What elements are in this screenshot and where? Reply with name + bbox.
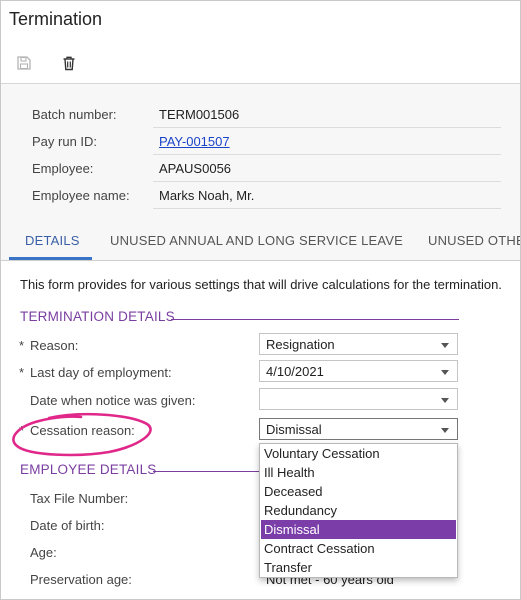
delete-button[interactable] (57, 51, 81, 75)
last-day-value: 4/10/2021 (266, 364, 324, 379)
chevron-down-icon[interactable] (441, 343, 449, 348)
termination-details-heading: TERMINATION DETAILS (20, 309, 175, 324)
notice-date-picker[interactable] (259, 388, 458, 410)
dropdown-option[interactable]: Redundancy (260, 501, 457, 520)
reason-row: * Reason: Resignation (1, 333, 520, 360)
summary-row-employee: Employee: APAUS0056 (1, 155, 520, 182)
dropdown-option[interactable]: Deceased (260, 482, 457, 501)
required-marker: * (19, 365, 25, 380)
reason-select[interactable]: Resignation (259, 333, 458, 355)
cessation-reason-dropdown-list: Voluntary Cessation Ill Health Deceased … (259, 443, 458, 578)
employee-details-divider (153, 471, 259, 472)
age-label: Age: (30, 545, 57, 560)
highlight-circle-annotation (12, 412, 152, 457)
last-day-label: Last day of employment: (30, 365, 172, 380)
required-marker: * (19, 338, 25, 353)
form-description: This form provides for various settings … (20, 277, 502, 292)
save-icon (17, 56, 31, 70)
batch-number-label: Batch number: (32, 107, 117, 122)
pay-run-id-link[interactable]: PAY-001507 (159, 134, 230, 149)
page-title: Termination (9, 9, 103, 29)
last-day-row: * Last day of employment: 4/10/2021 (1, 360, 520, 387)
summary-row-employee-name: Employee name: Marks Noah, Mr. (1, 182, 520, 209)
active-tab-indicator (9, 257, 92, 260)
cessation-reason-select[interactable]: Dismissal (259, 418, 458, 440)
dropdown-option[interactable]: Voluntary Cessation (260, 444, 457, 463)
employee-label: Employee: (32, 161, 94, 176)
employee-value: APAUS0056 (159, 161, 232, 176)
employee-name-label: Employee name: (32, 188, 130, 203)
tab-details[interactable]: DETAILS (25, 233, 80, 248)
chevron-down-icon[interactable] (441, 428, 449, 433)
dropdown-option[interactable]: Transfer (260, 558, 457, 577)
last-day-date-picker[interactable]: 4/10/2021 (259, 360, 458, 382)
notice-date-row: Date when notice was given: (1, 388, 520, 415)
pay-run-id-label: Pay run ID: (32, 134, 98, 149)
reason-label: Reason: (30, 338, 79, 353)
save-button[interactable] (12, 51, 36, 75)
notice-date-label: Date when notice was given: (30, 393, 196, 408)
reason-value: Resignation (266, 337, 335, 352)
tab-unused-other[interactable]: UNUSED OTHE (428, 233, 520, 248)
summary-row-batch-number: Batch number: TERM001506 (1, 101, 520, 128)
tax-file-number-label: Tax File Number: (30, 491, 129, 506)
tab-unused-annual-leave[interactable]: UNUSED ANNUAL AND LONG SERVICE LEAVE (110, 233, 403, 248)
chevron-down-icon[interactable] (441, 398, 449, 403)
batch-number-value: TERM001506 (159, 107, 240, 122)
employee-details-heading: EMPLOYEE DETAILS (20, 462, 157, 477)
chevron-down-icon[interactable] (441, 370, 449, 375)
date-of-birth-label: Date of birth: (30, 518, 105, 533)
employee-name-value: Marks Noah, Mr. (159, 188, 255, 203)
termination-details-divider (171, 319, 459, 320)
dropdown-option[interactable]: Contract Cessation (260, 539, 457, 558)
dropdown-option-selected[interactable]: Dismissal (261, 520, 456, 539)
dropdown-option[interactable]: Ill Health (260, 463, 457, 482)
preservation-age-label: Preservation age: (30, 572, 132, 587)
summary-panel: Batch number: TERM001506 Pay run ID: PAY… (1, 84, 520, 220)
toolbar (1, 45, 520, 83)
summary-row-pay-run-id: Pay run ID: PAY-001507 (1, 128, 520, 155)
termination-window: Termination Batch number: TERM001506 Pay… (0, 0, 521, 600)
cessation-reason-value: Dismissal (266, 422, 322, 437)
tab-bar: DETAILS UNUSED ANNUAL AND LONG SERVICE L… (1, 220, 520, 261)
trash-icon (63, 56, 75, 71)
